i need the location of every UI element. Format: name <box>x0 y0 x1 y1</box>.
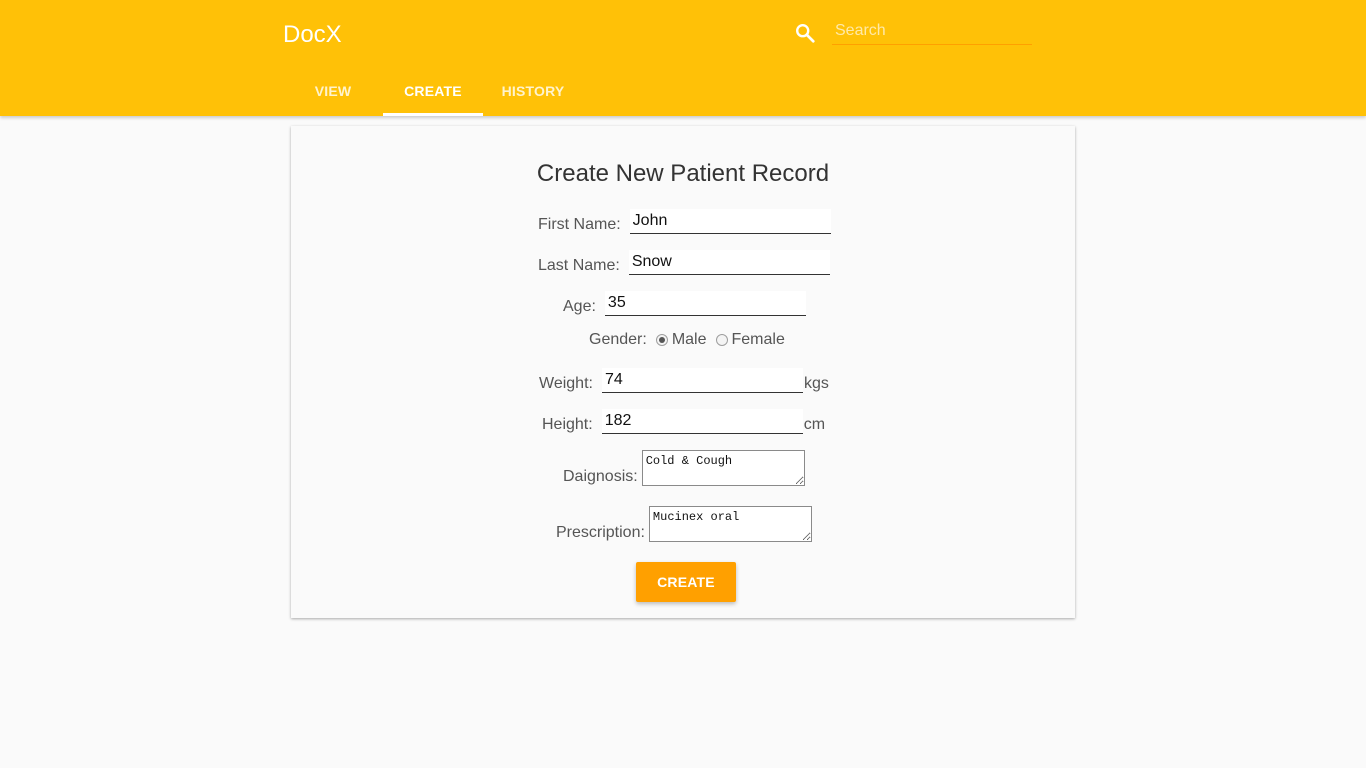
age-label: Age: <box>563 298 596 315</box>
gender-male-radio[interactable] <box>655 334 668 346</box>
weight-row: Weight: kgs <box>539 368 829 393</box>
height-field[interactable] <box>601 409 803 434</box>
first-name-field[interactable] <box>629 209 831 234</box>
diagnosis-row: Daignosis: Cold & Cough <box>563 450 805 486</box>
gender-row: Gender: Male Female <box>589 331 785 349</box>
height-label: Height: <box>542 416 593 433</box>
weight-label: Weight: <box>539 375 593 392</box>
age-field[interactable] <box>604 291 806 316</box>
tab-label: HISTORY <box>501 83 565 99</box>
diagnosis-label: Daignosis: <box>563 468 638 485</box>
form-title: Create New Patient Record <box>536 160 830 187</box>
search-icon[interactable] <box>794 22 816 44</box>
app-bar: DocX VIEW CREATE HISTORY <box>0 0 1366 116</box>
main-tabs: VIEW CREATE HISTORY <box>283 70 583 116</box>
tab-create[interactable]: CREATE <box>383 70 483 116</box>
gender-male-label[interactable]: Male <box>672 331 707 349</box>
first-name-row: First Name: <box>538 209 831 234</box>
gender-female-radio[interactable] <box>715 334 728 346</box>
height-row: Height: cm <box>542 409 825 434</box>
tab-history[interactable]: HISTORY <box>483 70 583 116</box>
gender-female-label[interactable]: Female <box>732 331 785 349</box>
diagnosis-textarea[interactable]: Cold & Cough <box>641 450 805 486</box>
last-name-row: Last Name: <box>538 250 830 275</box>
last-name-field[interactable] <box>628 250 830 275</box>
app-title[interactable]: DocX <box>283 20 342 50</box>
gender-label: Gender: <box>589 331 647 348</box>
last-name-label: Last Name: <box>538 257 620 274</box>
create-button[interactable]: CREATE <box>636 562 736 602</box>
patient-form-card: Create New Patient Record First Name: La… <box>291 126 1075 618</box>
tab-view[interactable]: VIEW <box>283 70 383 116</box>
first-name-label: First Name: <box>538 216 621 233</box>
height-unit: cm <box>803 416 826 433</box>
search-input[interactable] <box>832 18 1032 45</box>
prescription-label: Prescription: <box>556 524 645 541</box>
search-box <box>790 18 1035 48</box>
age-row: Age: <box>563 291 806 316</box>
weight-field[interactable] <box>601 368 803 393</box>
tab-label: VIEW <box>314 83 352 99</box>
weight-unit: kgs <box>803 375 829 392</box>
prescription-textarea[interactable]: Mucinex oral <box>648 506 812 542</box>
tab-label: CREATE <box>404 83 462 99</box>
gender-radio-group: Male Female <box>647 331 785 349</box>
prescription-row: Prescription: Mucinex oral <box>556 506 812 542</box>
